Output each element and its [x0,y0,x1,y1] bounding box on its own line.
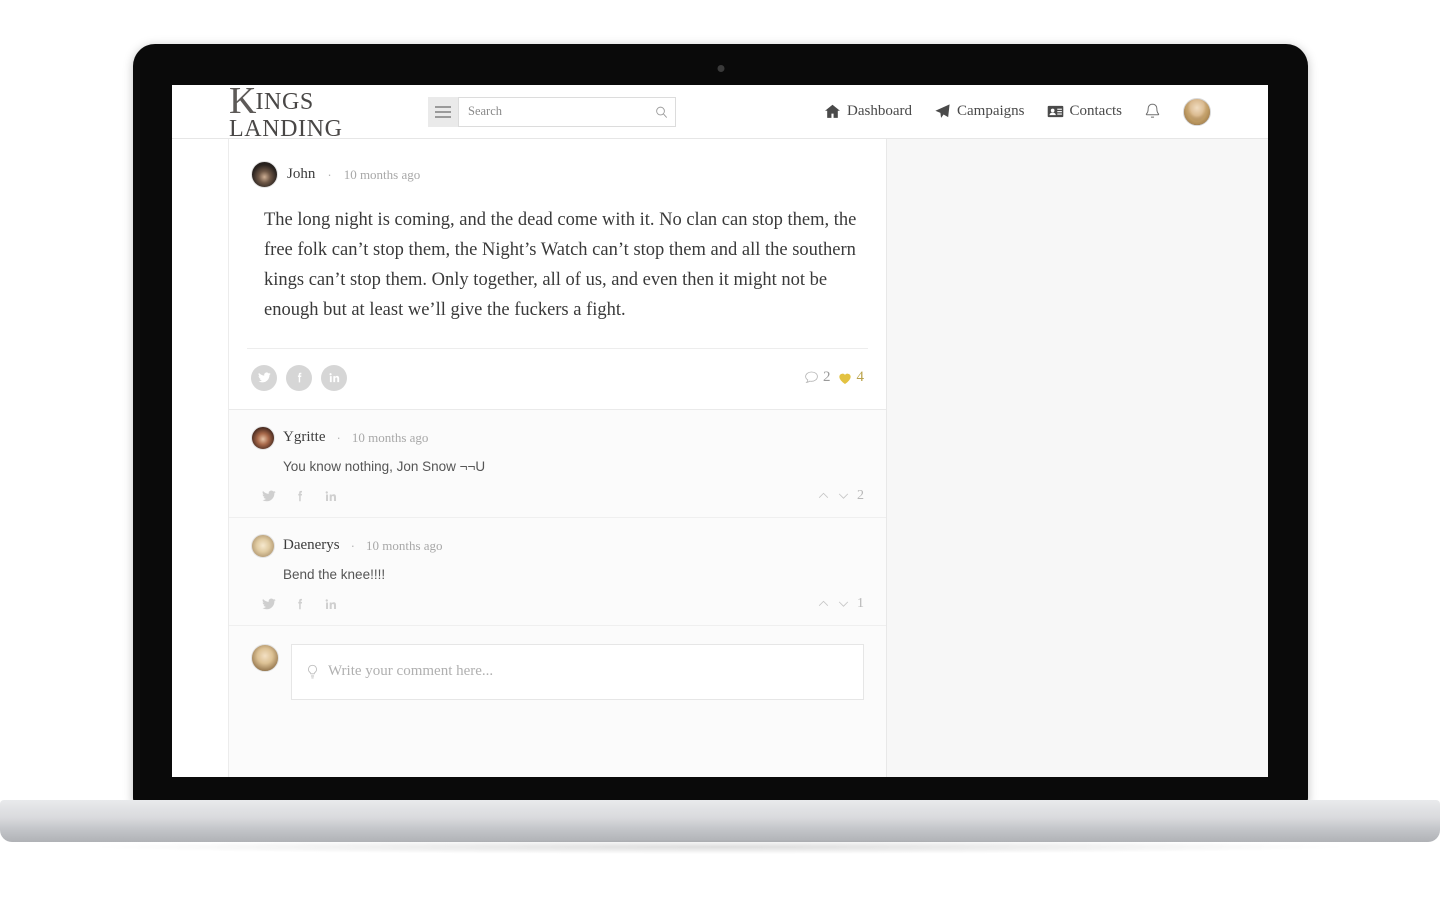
vote-group: 2 [817,488,864,504]
twitter-icon[interactable] [262,597,276,611]
post-actions: 2 4 [251,349,864,409]
search-group [428,96,676,127]
downvote-icon[interactable] [837,597,850,610]
page-header: KINGS LANDING Search Dashboard Campaigns… [172,85,1268,145]
comment-input[interactable] [328,663,849,681]
nav-item-dashboard[interactable]: Dashboard [824,103,912,120]
post-author-avatar[interactable] [251,161,278,188]
feed-column: John · 10 months ago The long night is c… [229,139,887,777]
meta-separator: · [327,167,332,182]
linkedin-share-button[interactable] [321,364,347,391]
comment-author-name[interactable]: Ygritte [283,429,326,446]
nav-label-campaigns: Campaigns [957,103,1025,119]
like-count: 4 [856,369,865,386]
brand-logo[interactable]: KINGS LANDING [172,85,428,145]
comment-count-group[interactable]: 2 [804,369,831,386]
nav-label-contacts: Contacts [1069,103,1123,119]
linkedin-icon [328,373,339,383]
comments-section: Ygritte · 10 months ago You know nothing… [229,409,886,722]
comment-timestamp: 10 months ago [351,429,429,445]
heart-icon [838,373,851,384]
linkedin-icon[interactable] [324,597,338,611]
comment-count: 2 [823,369,831,386]
right-rail [887,139,1268,777]
twitter-icon [258,372,271,383]
meta-separator: · [336,430,341,446]
post-author-name[interactable]: John [287,166,315,183]
facebook-icon[interactable] [293,489,307,503]
comment-item: Daenerys · 10 months ago Bend the knee!!… [229,518,886,626]
comment-actions: 2 [251,474,864,517]
main-nav: Dashboard Campaigns Contacts [824,97,1268,126]
comment-composer [229,625,886,722]
engagement-stats: 2 4 [804,369,864,386]
composer-avatar[interactable] [251,643,279,672]
comment-share-buttons [262,597,338,611]
share-buttons [251,364,347,391]
comment-bubble-icon [805,371,818,384]
avatar[interactable] [1183,97,1211,126]
comment-item: Ygritte · 10 months ago You know nothing… [229,410,886,518]
comment-author-name[interactable]: Daenerys [283,537,340,554]
search-icon[interactable] [655,105,668,118]
content-area: John · 10 months ago The long night is c… [172,139,1268,777]
webcam-dot [717,65,724,72]
post-card: John · 10 months ago The long night is c… [229,139,886,410]
home-icon [825,104,840,118]
comment-text: Bend the knee!!!! [283,566,386,582]
paper-plane-icon [935,104,950,118]
nav-item-campaigns[interactable]: Campaigns [934,103,1025,120]
facebook-icon [297,373,301,383]
twitter-icon[interactable] [262,489,276,503]
notification-bell-icon[interactable] [1144,102,1161,121]
comment-input-box[interactable] [291,643,864,700]
laptop-frame: KINGS LANDING Search Dashboard Campaigns… [133,44,1308,806]
left-rail [172,139,229,777]
comment-author-avatar[interactable] [251,425,275,450]
contact-card-icon [1047,105,1063,118]
upvote-icon[interactable] [817,597,830,610]
post-body: The long night is coming, and the dead c… [264,210,857,320]
facebook-share-button[interactable] [286,364,312,391]
comment-share-buttons [262,489,338,503]
hamburger-menu-icon[interactable] [428,96,458,127]
comment-timestamp: 10 months ago [365,537,443,553]
post-author-row: John · 10 months ago [251,161,864,188]
comment-author-avatar[interactable] [251,533,275,558]
comment-header: Ygritte · 10 months ago [251,425,864,450]
laptop-screen: KINGS LANDING Search Dashboard Campaigns… [172,85,1268,777]
comment-actions: 1 [251,582,864,625]
vote-group: 1 [817,596,864,612]
nav-label-dashboard: Dashboard [847,103,912,119]
lightbulb-icon [308,664,317,679]
linkedin-icon[interactable] [324,489,338,503]
like-count-group[interactable]: 4 [837,369,865,386]
downvote-icon[interactable] [837,489,850,502]
comment-header: Daenerys · 10 months ago [251,533,864,558]
vote-count: 2 [857,487,864,503]
meta-separator: · [350,538,355,554]
twitter-share-button[interactable] [251,364,277,391]
post-timestamp: 10 months ago [343,166,421,182]
facebook-icon[interactable] [293,597,307,611]
laptop-shadow [100,840,1340,854]
nav-item-contacts[interactable]: Contacts [1047,103,1123,120]
search-field[interactable] [458,96,676,127]
laptop-base [0,800,1440,842]
upvote-icon[interactable] [817,489,830,502]
search-input[interactable] [459,97,675,126]
comment-text: You know nothing, Jon Snow ¬¬U [283,458,486,474]
vote-count: 1 [857,595,864,611]
logo-initial: K [229,85,256,122]
